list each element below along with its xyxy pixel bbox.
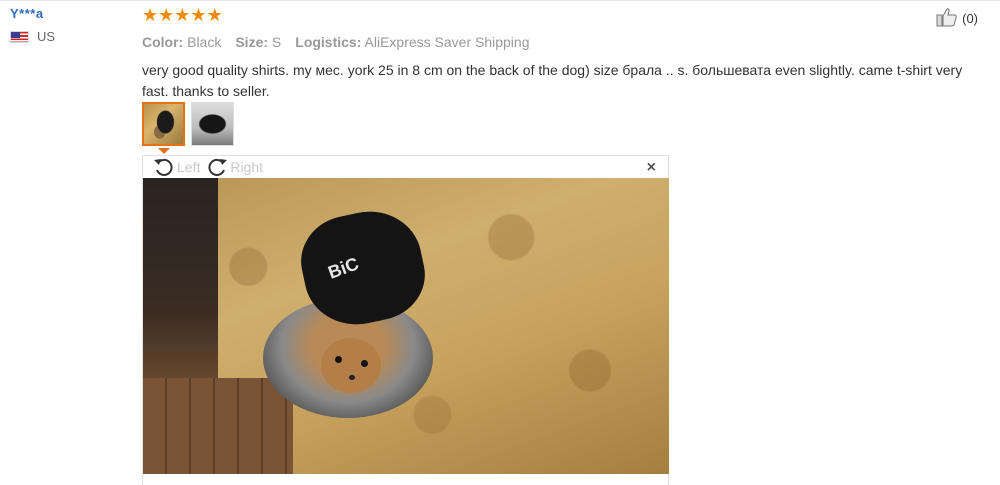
dog-face xyxy=(321,338,381,393)
star-icon: ★ xyxy=(190,5,207,25)
size-value: S xyxy=(271,34,282,50)
star-icon: ★ xyxy=(158,5,175,25)
logistics-detail: Logistics: AliExpress Saver Shipping xyxy=(295,34,529,50)
dog-photo-thumbnail xyxy=(144,104,183,144)
star-icon: ★ xyxy=(142,5,159,25)
dog-eye xyxy=(335,356,342,363)
reviewer-country: US xyxy=(10,29,130,44)
close-icon[interactable]: × xyxy=(647,159,656,177)
top-divider xyxy=(0,0,1000,1)
size-detail: Size: S xyxy=(235,34,281,50)
color-detail: Color: Black xyxy=(142,34,221,50)
reviewer-info: Y***a US xyxy=(10,6,130,44)
photo-thumbnail-2[interactable] xyxy=(191,102,234,146)
enlarged-review-photo: BiC xyxy=(143,178,669,474)
size-label: Size: xyxy=(235,34,269,50)
thumbs-up-icon[interactable] xyxy=(936,7,958,30)
dog-eye xyxy=(361,360,368,367)
shirt-photo-thumbnail xyxy=(192,103,233,145)
rotate-left-icon xyxy=(153,157,175,177)
us-flag-icon xyxy=(10,30,29,43)
order-details: Color: Black Size: S Logistics: AliExpre… xyxy=(142,34,987,50)
photo-floor xyxy=(143,378,293,474)
star-icon: ★ xyxy=(206,5,223,25)
helpful-vote[interactable]: (0) xyxy=(936,7,978,30)
rotate-right-button[interactable]: Right xyxy=(206,157,263,177)
viewer-toolbar: Left Right × xyxy=(143,156,668,178)
review-content: ★ ★ ★ ★ ★ Color: Black Size: S Logistics… xyxy=(142,4,987,102)
photo-thumbnail-1[interactable] xyxy=(142,102,185,146)
rotate-left-label: Left xyxy=(177,159,201,175)
review-text: very good quality shirts. my мес. york 2… xyxy=(142,62,963,99)
color-value: Black xyxy=(187,34,222,50)
country-code: US xyxy=(37,29,56,44)
star-icon: ★ xyxy=(174,5,191,25)
rotate-right-icon xyxy=(206,157,228,177)
photo-viewer: Left Right × BiC xyxy=(142,155,669,485)
star-rating: ★ ★ ★ ★ ★ xyxy=(142,4,987,26)
active-thumbnail-pointer xyxy=(158,148,170,154)
rotate-right-label: Right xyxy=(230,159,264,175)
dog-nose xyxy=(349,375,355,380)
helpful-count: (0) xyxy=(962,11,978,26)
logistics-label: Logistics: xyxy=(295,34,362,50)
color-label: Color: xyxy=(142,34,184,50)
rotate-left-button[interactable]: Left xyxy=(153,157,200,177)
logistics-value: AliExpress Saver Shipping xyxy=(364,34,530,50)
review-photo-thumbnails xyxy=(142,102,234,146)
reviewer-name: Y***a xyxy=(10,6,44,21)
